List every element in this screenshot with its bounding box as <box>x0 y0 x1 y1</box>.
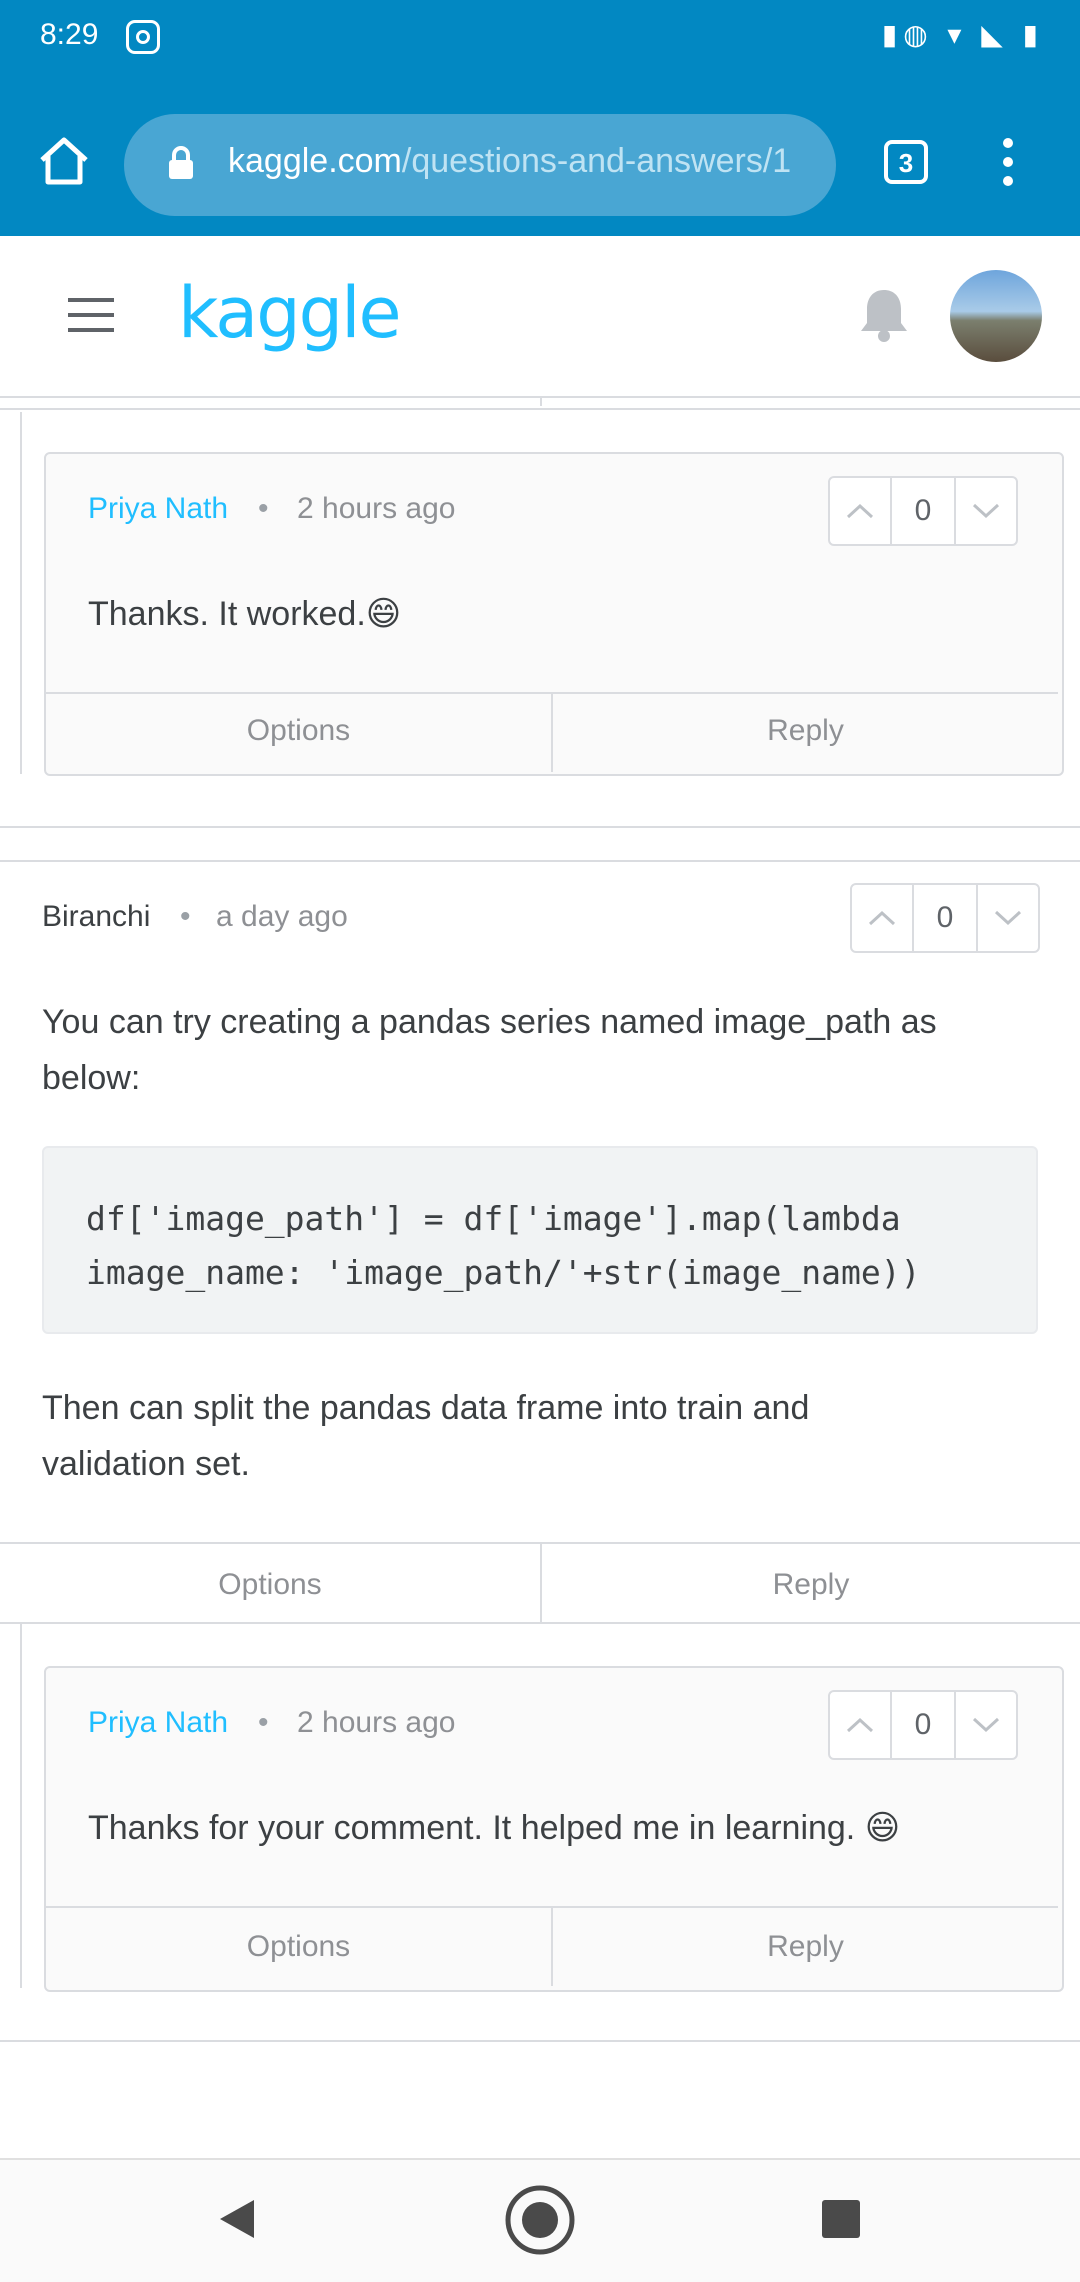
comment-text-line: below: <box>42 1059 141 1097</box>
divider <box>0 1622 1080 1624</box>
chevron-up-icon <box>846 1717 874 1733</box>
home-nav-icon[interactable] <box>504 2184 576 2256</box>
code-line: image_name: 'image_path/'+str(image_name… <box>86 1253 921 1292</box>
reply-author[interactable]: Priya Nath <box>88 492 228 526</box>
divider <box>540 396 542 406</box>
vote-count: 0 <box>890 478 956 544</box>
comment-text-line: You can try creating a pandas series nam… <box>42 1003 937 1041</box>
divider <box>0 2040 1080 2042</box>
comment-text-line: validation set. <box>42 1445 250 1483</box>
vote-control: 0 <box>828 476 1018 546</box>
chevron-up-icon <box>868 910 896 926</box>
options-button[interactable]: Options <box>46 1930 551 1964</box>
separator-dot: • <box>258 492 269 525</box>
tab-switcher-button[interactable]: 3 <box>884 140 928 184</box>
divider <box>0 408 1080 410</box>
comment-author[interactable]: Biranchi <box>42 900 150 934</box>
reply-button[interactable]: Reply <box>542 1568 1080 1602</box>
instagram-icon <box>126 20 160 54</box>
reply-text: Thanks. It worked.😄 <box>88 595 402 633</box>
downvote-button[interactable] <box>956 478 1016 544</box>
chevron-up-icon <box>846 503 874 519</box>
reply-author[interactable]: Priya Nath <box>88 1706 228 1740</box>
divider <box>0 826 1080 828</box>
recents-icon[interactable] <box>822 2200 860 2238</box>
url-text: kaggle.com/questions-and-answers/1 <box>228 142 792 180</box>
upvote-button[interactable] <box>852 885 912 951</box>
downvote-button[interactable] <box>978 885 1038 951</box>
user-avatar[interactable] <box>950 270 1042 362</box>
notification-bell-icon[interactable] <box>858 286 910 344</box>
reply-button[interactable]: Reply <box>553 714 1058 748</box>
separator-dot: • <box>258 1706 269 1739</box>
divider <box>0 860 1080 862</box>
options-button[interactable]: Options <box>0 1568 540 1602</box>
back-icon[interactable] <box>214 2196 260 2242</box>
chevron-down-icon <box>972 503 1000 519</box>
reply-text: Thanks for your comment. It helped me in… <box>88 1809 901 1847</box>
code-line: df['image_path'] = df['image'].map(lambd… <box>86 1199 901 1238</box>
vote-count: 0 <box>890 1692 956 1758</box>
lock-icon <box>169 146 193 179</box>
code-block: df['image_path'] = df['image'].map(lambd… <box>42 1146 1038 1334</box>
separator-dot: • <box>180 900 191 933</box>
comment-timestamp: a day ago <box>216 900 348 933</box>
overflow-menu-icon[interactable] <box>996 138 1020 194</box>
hamburger-menu-icon[interactable] <box>68 298 114 332</box>
comment-text-line: Then can split the pandas data frame int… <box>42 1389 810 1427</box>
vote-control: 0 <box>850 883 1040 953</box>
reply-timestamp: 2 hours ago <box>297 492 456 525</box>
upvote-button[interactable] <box>830 478 890 544</box>
kaggle-logo[interactable]: kaggle <box>178 272 402 354</box>
downvote-button[interactable] <box>956 1692 1016 1758</box>
upvote-button[interactable] <box>830 1692 890 1758</box>
reply-button[interactable]: Reply <box>553 1930 1058 1964</box>
thread-line <box>20 412 22 774</box>
options-button[interactable]: Options <box>46 714 551 748</box>
thread-line <box>20 1624 22 1988</box>
vote-control: 0 <box>828 1690 1018 1760</box>
site-header <box>0 236 1080 398</box>
address-bar[interactable]: kaggle.com/questions-and-answers/1 <box>124 114 836 216</box>
home-icon[interactable] <box>34 130 94 190</box>
chevron-down-icon <box>994 910 1022 926</box>
status-time: 8:29 <box>40 18 99 51</box>
vote-count: 0 <box>912 885 978 951</box>
chevron-down-icon <box>972 1717 1000 1733</box>
reply-timestamp: 2 hours ago <box>297 1706 456 1739</box>
status-icons: ▮◍ ▾ ◣ ▮ <box>881 19 1044 50</box>
